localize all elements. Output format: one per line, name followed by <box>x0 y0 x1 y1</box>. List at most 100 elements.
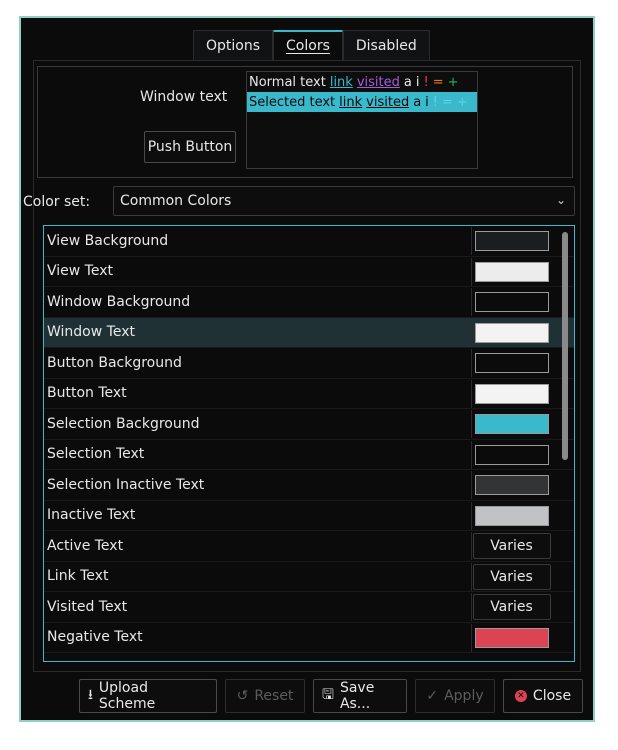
table-row[interactable]: Inactive Text <box>44 501 574 531</box>
color-cell <box>471 227 551 255</box>
color-cell <box>471 440 551 469</box>
color-swatch-button[interactable] <box>474 231 549 251</box>
table-row[interactable]: View Text <box>44 257 574 287</box>
scrollbar[interactable] <box>562 232 568 460</box>
color-set-label: Color set: <box>23 194 91 210</box>
color-swatch-button[interactable] <box>474 414 549 434</box>
color-role-label: Window Background <box>47 293 191 310</box>
color-cell: Varies <box>471 532 551 560</box>
color-role-label: Selection Text <box>47 446 145 463</box>
selected-text-line: Selected text link visited a i ! = + <box>247 92 477 112</box>
save-icon: 🖫 <box>322 687 334 703</box>
color-cell <box>471 501 551 530</box>
color-set-select[interactable]: Common Colors ⌄ <box>113 186 575 216</box>
table-row[interactable]: Visited Text Varies <box>44 592 574 623</box>
varies-button[interactable]: Varies <box>472 533 551 559</box>
apply-button[interactable]: ✓ Apply <box>415 679 495 713</box>
color-cell <box>471 379 551 408</box>
color-cell <box>471 410 551 438</box>
upload-scheme-label: Upload Scheme <box>98 680 156 712</box>
close-icon: ✕ <box>514 690 527 702</box>
color-cell <box>471 471 551 499</box>
color-swatch-button[interactable] <box>474 353 549 373</box>
preview-area: Window text Push Button Normal text link… <box>37 66 573 178</box>
color-swatch-button[interactable] <box>474 627 549 648</box>
color-role-label: Inactive Text <box>47 507 136 524</box>
color-role-label: Negative Text <box>47 629 143 646</box>
table-row[interactable]: Active Text Varies <box>44 531 574 562</box>
color-cell <box>471 257 551 286</box>
normal-negative: ! <box>423 74 429 90</box>
color-cell <box>471 349 551 377</box>
normal-text-line: Normal text link visited a i ! = + <box>247 72 477 92</box>
varies-button[interactable]: Varies <box>472 594 551 620</box>
tab-options[interactable]: Options <box>193 30 274 60</box>
selected-link: link <box>339 94 363 110</box>
tab-colors-label: Colors <box>286 38 330 54</box>
color-table: View Background View Text Window Backgroun… <box>43 225 575 662</box>
close-label: Close <box>532 688 572 704</box>
selected-positive: + <box>456 94 468 110</box>
push-button-sample[interactable]: Push Button <box>144 131 236 163</box>
tab-disabled-label: Disabled <box>355 37 417 54</box>
color-role-label: View Text <box>47 263 113 280</box>
tab-options-label: Options <box>206 37 261 54</box>
table-row[interactable]: Selection Inactive Text <box>44 470 574 501</box>
color-role-label: Selection Background <box>47 415 200 432</box>
tab-disabled[interactable]: Disabled <box>342 30 430 60</box>
normal-neutral: = <box>432 74 444 90</box>
color-role-label: Link Text <box>47 568 109 585</box>
window-text-sample: Window text <box>140 89 228 105</box>
color-swatch-button[interactable] <box>474 261 549 282</box>
selected-negative: ! <box>432 94 439 110</box>
view-text-sample: Normal text link visited a i ! = + Selec… <box>246 71 478 169</box>
chevron-down-icon: ⌄ <box>555 193 566 207</box>
color-cell <box>471 288 551 316</box>
close-button[interactable]: ✕ Close <box>503 679 583 713</box>
table-row[interactable]: Negative Text <box>44 623 574 653</box>
tab-colors[interactable]: Colors <box>273 30 343 60</box>
normal-visited: visited <box>356 74 400 90</box>
color-role-label: Visited Text <box>47 598 128 615</box>
table-row[interactable]: Window Text <box>44 317 574 348</box>
save-as-button[interactable]: 🖫 Save As... <box>313 679 407 713</box>
selected-visited: visited <box>366 94 410 110</box>
selected-neutral: = <box>442 94 453 110</box>
table-row[interactable]: View Background <box>44 226 574 257</box>
color-swatch-button[interactable] <box>474 383 549 404</box>
table-row[interactable]: Selection Background <box>44 409 574 440</box>
varies-button[interactable]: Varies <box>472 563 551 590</box>
color-swatch-button[interactable] <box>474 444 549 465</box>
color-role-label: Active Text <box>47 537 124 554</box>
table-row[interactable]: Button Background <box>44 348 574 379</box>
color-swatch-button[interactable] <box>474 292 549 312</box>
selected-inactive: i <box>425 94 429 110</box>
color-cell <box>471 318 551 347</box>
normal-positive: + <box>447 74 459 90</box>
normal-active: a <box>403 74 412 90</box>
selected-text: Selected text <box>249 94 336 110</box>
color-swatch-button[interactable] <box>474 475 549 495</box>
color-cell: Varies <box>471 593 551 621</box>
upload-icon: ⭳ <box>88 687 93 703</box>
apply-label: Apply <box>444 688 484 704</box>
normal-link: link <box>329 74 353 90</box>
color-cell: Varies <box>471 562 551 591</box>
table-row[interactable]: Window Background <box>44 287 574 318</box>
table-row[interactable]: Selection Text <box>44 440 574 470</box>
dialog-button-bar: ⭳ Upload Scheme ↺ Reset 🖫 Save As... ✓ A… <box>79 679 583 713</box>
table-row[interactable]: Button Text <box>44 379 574 409</box>
color-cell <box>471 623 551 652</box>
color-scheme-dialog: Options Colors Disabled Window text Push… <box>19 16 595 722</box>
color-table-rows: View Background View Text Window Backgroun… <box>44 226 574 653</box>
color-role-label: Window Text <box>47 324 135 341</box>
check-icon: ✓ <box>426 688 439 704</box>
normal-text: Normal text <box>249 74 326 90</box>
color-swatch-button[interactable] <box>474 505 549 526</box>
tab-bar: Options Colors Disabled <box>193 30 430 60</box>
upload-scheme-button[interactable]: ⭳ Upload Scheme <box>79 679 217 713</box>
table-row[interactable]: Link Text Varies <box>44 562 574 592</box>
reset-button[interactable]: ↺ Reset <box>225 679 305 713</box>
normal-inactive: i <box>415 74 420 90</box>
color-swatch-button[interactable] <box>474 322 549 343</box>
